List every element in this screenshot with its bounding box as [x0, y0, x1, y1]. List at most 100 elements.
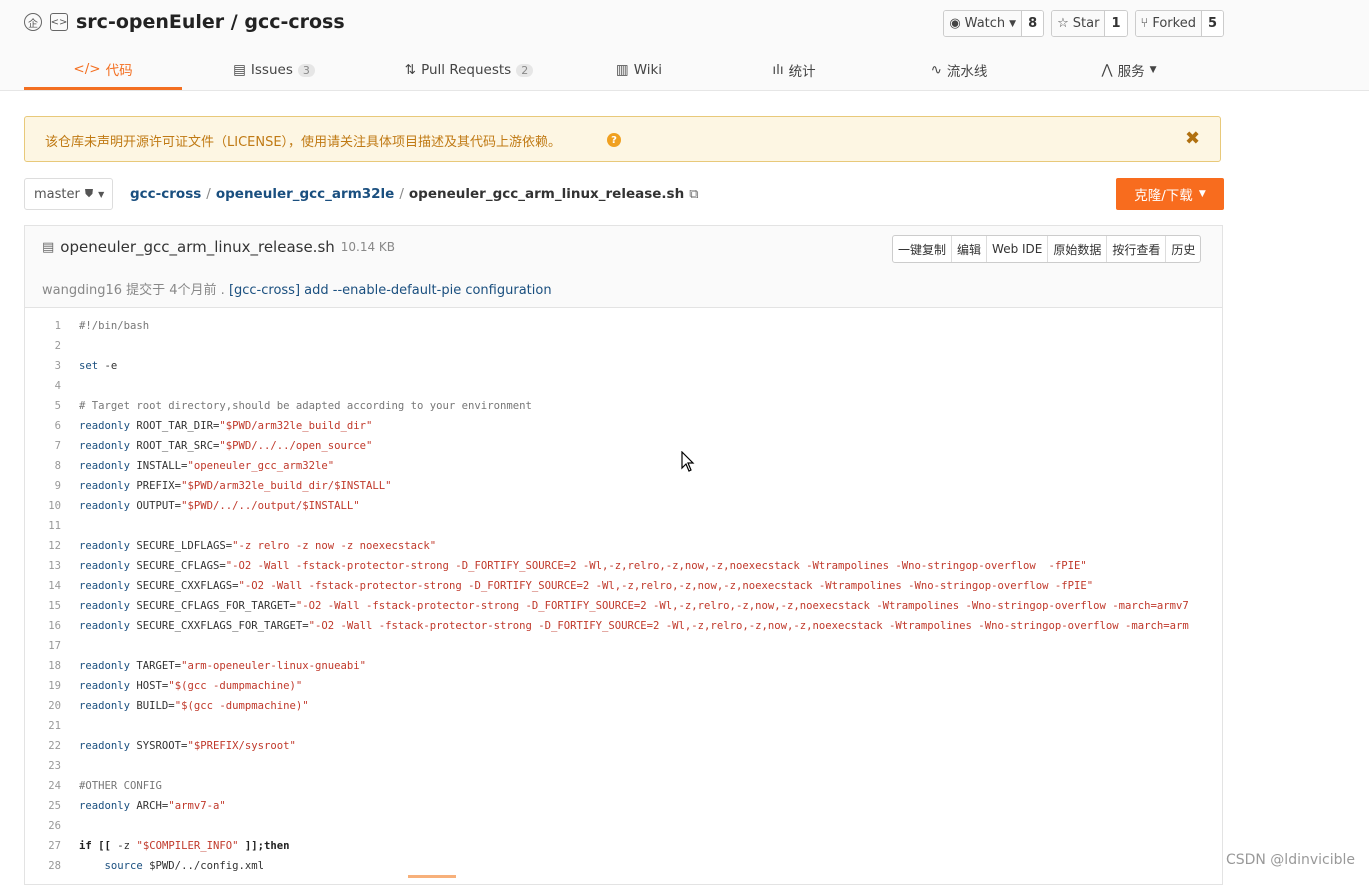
tab-pipeline[interactable]: ∿ 流水线 [919, 50, 999, 90]
code-line: 17 [25, 636, 1222, 656]
line-content: if [[ -z "$COMPILER_INFO" ]];then [79, 840, 290, 852]
line-number[interactable]: 20 [25, 696, 61, 716]
line-number[interactable]: 19 [25, 676, 61, 696]
line-number[interactable]: 12 [25, 536, 61, 556]
tab-service[interactable]: ⋀ 服务 ▼ [1089, 50, 1169, 90]
line-number[interactable]: 15 [25, 596, 61, 616]
code-line: 7 readonly ROOT_TAR_SRC="$PWD/../../open_… [25, 436, 1222, 456]
star-label: Star [1072, 16, 1100, 31]
line-number[interactable]: 9 [25, 476, 61, 496]
watch-button[interactable]: ◉ Watch ▼ 8 [943, 10, 1045, 37]
star-button[interactable]: ☆ Star 1 [1051, 10, 1128, 37]
code-line: 4 [25, 376, 1222, 396]
breadcrumb: gcc-cross / openeuler_gcc_arm32le / open… [130, 186, 698, 202]
web-ide-button[interactable]: Web IDE [986, 236, 1047, 262]
file-header: ▤ openeuler_gcc_arm_linux_release.sh 10.… [25, 226, 1222, 308]
repo-tabs: </> 代码 ▤ Issues 3 ⇅ Pull Requests 2 ▥ Wiki ılı… [24, 50, 1184, 90]
last-commit: wangding16 提交于 4个月前 . [gcc-cross] add --… [42, 279, 552, 298]
line-number[interactable]: 11 [25, 516, 61, 536]
file-size: 10.14 KB [340, 240, 396, 254]
tab-wiki[interactable]: ▥ Wiki [604, 50, 674, 90]
copy-all-button[interactable]: 一键复制 [893, 236, 951, 262]
line-content: readonly TARGET="arm-openeuler-linux-gnu… [79, 660, 367, 672]
line-number[interactable]: 14 [25, 576, 61, 596]
help-icon[interactable]: ? [607, 133, 621, 147]
license-notice: 该仓库未声明开源许可证文件（LICENSE），使用请关注具体项目描述及其代码上游… [24, 116, 1221, 162]
line-number[interactable]: 3 [25, 356, 61, 376]
code-line: 12 readonly SECURE_LDFLAGS="-z relro -z n… [25, 536, 1222, 556]
edit-button[interactable]: 编辑 [951, 236, 986, 262]
wiki-icon: ▥ [615, 62, 629, 78]
line-content: readonly BUILD="$(gcc -dumpmachine)" [79, 700, 309, 712]
line-number[interactable]: 25 [25, 796, 61, 816]
file-name: openeuler_gcc_arm_linux_release.sh [60, 238, 335, 256]
tab-pull-requests[interactable]: ⇅ Pull Requests 2 [394, 50, 544, 90]
code-line: 19 readonly HOST="$(gcc -dumpmachine)" [25, 676, 1222, 696]
pull-request-icon: ⇅ [404, 62, 417, 78]
line-number[interactable]: 10 [25, 496, 61, 516]
code-line: 26 [25, 816, 1222, 836]
line-number[interactable]: 5 [25, 396, 61, 416]
commit-message-link[interactable]: [gcc-cross] add --enable-default-pie con… [229, 283, 552, 298]
line-content: readonly PREFIX="$PWD/arm32le_build_dir/… [79, 480, 392, 492]
pipeline-icon: ∿ [930, 62, 942, 78]
fork-button[interactable]: ⑂ Forked 5 [1134, 10, 1224, 37]
line-content: readonly SECURE_CXXFLAGS="-O2 -Wall -fst… [79, 580, 1094, 592]
line-number[interactable]: 7 [25, 436, 61, 456]
code-line: 9 readonly PREFIX="$PWD/arm32le_build_dir… [25, 476, 1222, 496]
issues-icon: ▤ [233, 62, 246, 78]
code-line: 6 readonly ROOT_TAR_DIR="$PWD/arm32le_bui… [25, 416, 1222, 436]
clone-download-button[interactable]: 克隆/下载 ▼ [1116, 178, 1224, 210]
line-content: #OTHER CONFIG [79, 780, 162, 792]
chevron-down-icon: ▼ [1198, 189, 1206, 199]
line-number[interactable]: 2 [25, 336, 61, 356]
mouse-cursor-icon [681, 451, 695, 472]
line-number[interactable]: 17 [25, 636, 61, 656]
line-number[interactable]: 6 [25, 416, 61, 436]
copy-icon[interactable]: ⧉ [689, 187, 698, 202]
line-number[interactable]: 26 [25, 816, 61, 836]
breadcrumb-repo-link[interactable]: gcc-cross [130, 186, 201, 202]
history-button[interactable]: 历史 [1165, 236, 1200, 262]
line-number[interactable]: 1 [25, 316, 61, 336]
line-content: readonly INSTALL="openeuler_gcc_arm32le" [79, 460, 335, 472]
watch-count[interactable]: 8 [1021, 11, 1044, 36]
line-number[interactable]: 23 [25, 756, 61, 776]
fork-count[interactable]: 5 [1200, 11, 1223, 36]
code-line: 16 readonly SECURE_CXXFLAGS_FOR_TARGET="-… [25, 616, 1222, 636]
branch-selector[interactable]: master ⛊ ▼ [24, 178, 113, 210]
repo-title-bar: 企 <> src-openEuler / gcc-cross [24, 8, 345, 36]
line-number[interactable]: 8 [25, 456, 61, 476]
tab-code[interactable]: </> 代码 [24, 50, 182, 90]
repo-name[interactable]: src-openEuler / gcc-cross [76, 11, 345, 33]
line-number[interactable]: 27 [25, 836, 61, 856]
line-number[interactable]: 28 [25, 856, 61, 876]
chevron-down-icon: ▼ [98, 189, 105, 199]
code-line: 25 readonly ARCH="armv7-a" [25, 796, 1222, 816]
close-icon[interactable]: ✖ [1185, 128, 1200, 149]
line-number[interactable]: 18 [25, 656, 61, 676]
line-content: readonly SECURE_CFLAGS_FOR_TARGET="-O2 -… [79, 600, 1189, 612]
repo-actions: ◉ Watch ▼ 8 ☆ Star 1 ⑂ Forked 5 [943, 10, 1224, 37]
line-content: # Target root directory,should be adapte… [79, 400, 532, 412]
tab-issues[interactable]: ▤ Issues 3 [214, 50, 334, 90]
tab-stats[interactable]: ılı 统计 [759, 50, 829, 90]
line-number[interactable]: 4 [25, 376, 61, 396]
code-line: 27 if [[ -z "$COMPILER_INFO" ]];then [25, 836, 1222, 856]
watch-label: Watch [964, 16, 1006, 31]
line-number[interactable]: 22 [25, 736, 61, 756]
raw-button[interactable]: 原始数据 [1047, 236, 1106, 262]
line-number[interactable]: 13 [25, 556, 61, 576]
line-number[interactable]: 21 [25, 716, 61, 736]
star-count[interactable]: 1 [1104, 11, 1127, 36]
file-actions: 一键复制 编辑 Web IDE 原始数据 按行查看 历史 [892, 235, 1202, 263]
line-content: readonly ARCH="armv7-a" [79, 800, 226, 812]
pr-count: 2 [516, 63, 534, 77]
line-number[interactable]: 24 [25, 776, 61, 796]
file-icon: ▤ [42, 239, 55, 255]
breadcrumb-dir-link[interactable]: openeuler_gcc_arm32le [216, 186, 395, 202]
line-number[interactable]: 16 [25, 616, 61, 636]
code-line: 28 source $PWD/../config.xml [25, 856, 1222, 876]
watermark: CSDN @ldinvicible [1225, 852, 1355, 868]
blame-button[interactable]: 按行查看 [1106, 236, 1165, 262]
